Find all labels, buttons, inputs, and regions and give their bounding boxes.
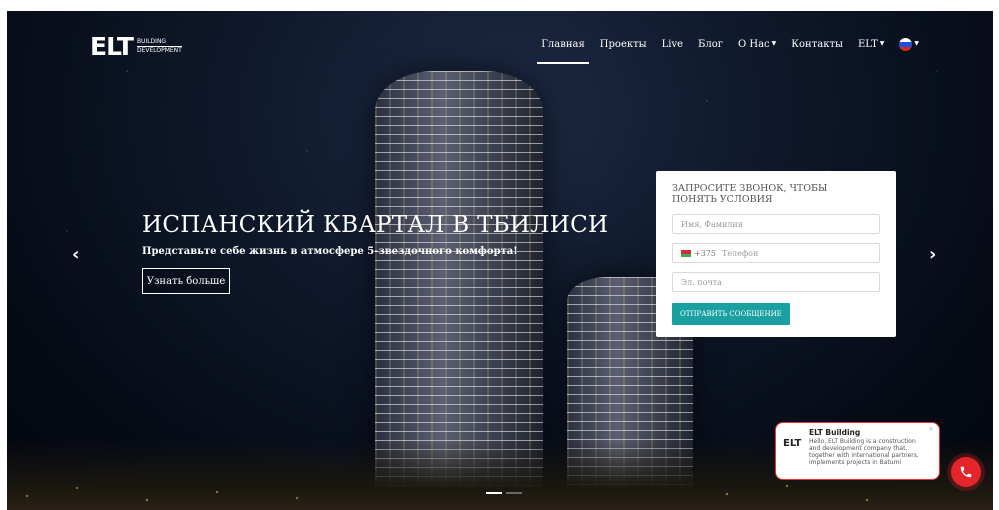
chat-company-name: ELT Building [809, 428, 861, 437]
logo-subtitle: BUILDING DEVELOPMENT [136, 38, 182, 55]
chat-body: ELT Building Hello, ELT Building is a co… [809, 428, 927, 474]
chat-popup[interactable]: ELT ELT Building Hello, ELT Building is … [775, 422, 940, 480]
chevron-down-icon: ▼ [879, 40, 885, 47]
nav-item-home[interactable]: Главная [537, 39, 589, 64]
russia-flag-icon [899, 38, 913, 51]
chat-message: Hello, ELT Building is a construction an… [809, 438, 919, 466]
email-field[interactable]: Эл. почта [672, 272, 880, 292]
site-logo[interactable]: ELT BUILDING DEVELOPMENT [90, 34, 182, 59]
logo-mark: ELT [90, 32, 134, 61]
main-nav: Главная Проекты Live Блог О Нас ▼ Контакт… [537, 38, 919, 64]
logo-line-2: DEVELOPMENT [136, 47, 182, 54]
nav-item-elt[interactable]: ELT ▼ [858, 39, 884, 58]
call-button[interactable] [951, 457, 981, 487]
chevron-down-icon: ▼ [914, 40, 919, 47]
nav-item-projects[interactable]: Проекты [600, 39, 647, 58]
phone-icon [960, 466, 972, 478]
close-icon[interactable]: × [928, 425, 934, 433]
slider-dot[interactable] [506, 492, 522, 494]
nav-item-blog[interactable]: Блог [698, 39, 723, 58]
slider-dots [486, 492, 522, 494]
nav-item-live[interactable]: Live [662, 39, 683, 58]
name-field[interactable]: Имя, Фамилия [672, 214, 880, 234]
nav-item-about-label: О Нас [737, 39, 770, 50]
belarus-flag-icon[interactable] [681, 249, 691, 257]
chevron-down-icon: ▼ [771, 40, 777, 47]
phone-country-code[interactable]: +375 [694, 249, 716, 258]
logo-line-1: BUILDING [136, 38, 182, 47]
nav-item-contacts[interactable]: Контакты [791, 39, 843, 58]
slider-prev-icon[interactable]: ‹ [72, 244, 79, 265]
hero-subtitle: Представьте себе жизнь в атмосфере 5-зве… [142, 246, 518, 257]
phone-placeholder: Телефон [721, 248, 759, 258]
hero-title: ИСПАНСКИЙ КВАРТАЛ В ТБИЛИСИ [142, 212, 609, 238]
submit-button[interactable]: ОТПРАВИТЬ СООБЩЕНИЕ [672, 303, 790, 325]
nav-item-elt-label: ELT [857, 39, 878, 50]
language-switcher[interactable]: ▼ [899, 38, 919, 59]
learn-more-button[interactable]: Узнать больше [142, 268, 230, 294]
slider-dot-active[interactable] [486, 492, 502, 494]
phone-field[interactable]: +375 Телефон [672, 243, 880, 263]
nav-item-about[interactable]: О Нас ▼ [738, 39, 776, 58]
chat-logo: ELT [783, 438, 802, 449]
form-title: ЗАПРОСИТЕ ЗВОНОК, ЧТОБЫ ПОНЯТЬ УСЛОВИЯ [672, 183, 828, 205]
callback-form: ЗАПРОСИТЕ ЗВОНОК, ЧТОБЫ ПОНЯТЬ УСЛОВИЯ И… [656, 171, 896, 337]
slider-next-icon[interactable]: › [929, 244, 936, 265]
